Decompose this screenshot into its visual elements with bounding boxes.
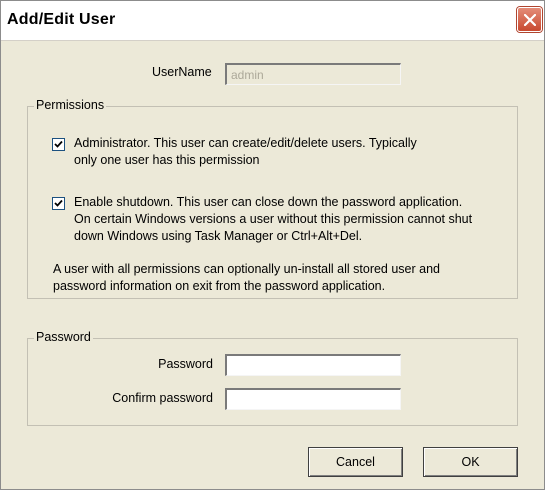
enable-shutdown-checkbox[interactable] — [52, 197, 65, 210]
administrator-checkbox[interactable] — [52, 138, 65, 151]
shutdown-text-line2: On certain Windows versions a user witho… — [74, 212, 473, 226]
ok-button[interactable]: OK — [423, 447, 518, 477]
username-label: UserName — [152, 65, 212, 79]
administrator-text-line2: only one user has this permission — [74, 153, 260, 167]
confirm-password-label: Confirm password — [112, 391, 213, 405]
password-group — [27, 338, 518, 426]
close-button[interactable] — [517, 7, 542, 32]
password-label: Password — [158, 357, 213, 371]
checkmark-icon — [54, 140, 63, 148]
username-field[interactable] — [225, 63, 401, 85]
password-caption: Password — [34, 330, 93, 344]
shutdown-text-line1: Enable shutdown. This user can close dow… — [74, 195, 463, 209]
cancel-button[interactable]: Cancel — [308, 447, 403, 477]
title-bar[interactable]: Add/Edit User — [1, 1, 544, 41]
close-icon — [524, 14, 536, 26]
confirm-password-field[interactable] — [225, 388, 401, 410]
password-field[interactable] — [225, 354, 401, 376]
checkmark-icon — [54, 199, 63, 207]
permissions-caption: Permissions — [34, 98, 107, 112]
permissions-note-line2: password information on exit from the pa… — [53, 279, 386, 293]
add-edit-user-dialog: Add/Edit User UserName Permissions Admin… — [0, 0, 545, 490]
administrator-text-line1: Administrator. This user can create/edit… — [74, 136, 417, 150]
permissions-note-line1: A user with all permissions can optional… — [53, 262, 440, 276]
dialog-title: Add/Edit User — [7, 11, 116, 28]
shutdown-text-line3: down Windows using Task Manager or Ctrl+… — [74, 229, 363, 243]
